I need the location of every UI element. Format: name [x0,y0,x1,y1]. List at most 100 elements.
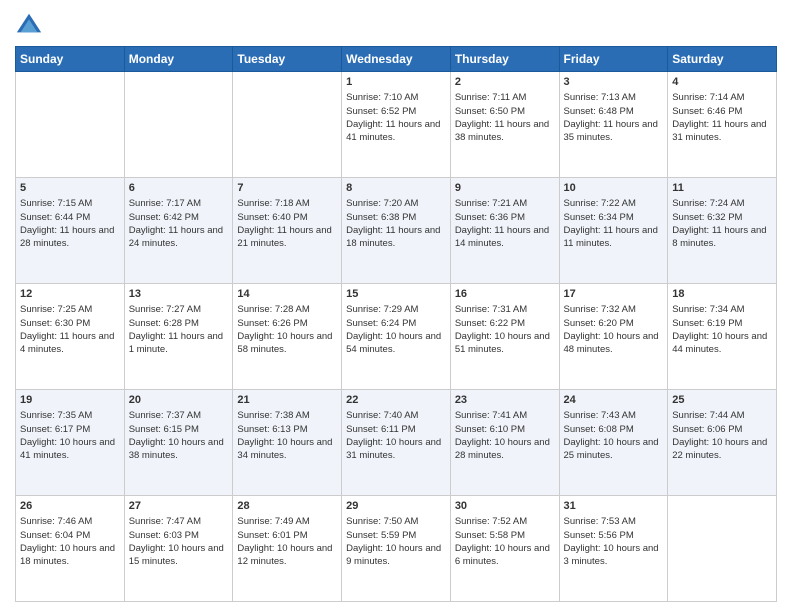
day-info: Sunrise: 7:14 AM [672,91,772,104]
day-info: Daylight: 10 hours and 25 minutes. [564,436,664,463]
day-info: Daylight: 10 hours and 28 minutes. [455,436,555,463]
day-cell: 7Sunrise: 7:18 AMSunset: 6:40 PMDaylight… [233,178,342,284]
day-cell: 15Sunrise: 7:29 AMSunset: 6:24 PMDayligh… [342,284,451,390]
calendar-table: SundayMondayTuesdayWednesdayThursdayFrid… [15,46,777,602]
day-info: Daylight: 10 hours and 58 minutes. [237,330,337,357]
day-info: Sunset: 6:15 PM [129,423,229,436]
day-info: Daylight: 10 hours and 48 minutes. [564,330,664,357]
day-info: Daylight: 10 hours and 12 minutes. [237,542,337,569]
day-info: Sunset: 6:24 PM [346,317,446,330]
day-info: Sunset: 6:06 PM [672,423,772,436]
header-row: SundayMondayTuesdayWednesdayThursdayFrid… [16,47,777,72]
day-info: Sunrise: 7:34 AM [672,303,772,316]
day-cell [16,72,125,178]
day-cell: 6Sunrise: 7:17 AMSunset: 6:42 PMDaylight… [124,178,233,284]
day-cell: 16Sunrise: 7:31 AMSunset: 6:22 PMDayligh… [450,284,559,390]
day-info: Sunset: 6:22 PM [455,317,555,330]
day-number: 17 [564,287,664,302]
day-cell: 28Sunrise: 7:49 AMSunset: 6:01 PMDayligh… [233,496,342,602]
day-cell: 20Sunrise: 7:37 AMSunset: 6:15 PMDayligh… [124,390,233,496]
day-info: Sunset: 6:48 PM [564,105,664,118]
day-info: Sunrise: 7:21 AM [455,197,555,210]
day-info: Sunset: 5:58 PM [455,529,555,542]
day-info: Sunset: 6:28 PM [129,317,229,330]
day-info: Daylight: 10 hours and 34 minutes. [237,436,337,463]
day-info: Daylight: 10 hours and 38 minutes. [129,436,229,463]
day-info: Sunset: 6:44 PM [20,211,120,224]
day-number: 16 [455,287,555,302]
day-info: Sunrise: 7:18 AM [237,197,337,210]
day-cell [233,72,342,178]
day-cell: 13Sunrise: 7:27 AMSunset: 6:28 PMDayligh… [124,284,233,390]
day-cell [668,496,777,602]
day-info: Sunrise: 7:25 AM [20,303,120,316]
day-cell: 18Sunrise: 7:34 AMSunset: 6:19 PMDayligh… [668,284,777,390]
day-info: Sunrise: 7:43 AM [564,409,664,422]
day-number: 26 [20,499,120,514]
day-info: Sunrise: 7:11 AM [455,91,555,104]
day-info: Sunset: 6:08 PM [564,423,664,436]
day-number: 21 [237,393,337,408]
day-number: 14 [237,287,337,302]
day-info: Daylight: 11 hours and 11 minutes. [564,224,664,251]
day-info: Daylight: 10 hours and 54 minutes. [346,330,446,357]
day-info: Daylight: 11 hours and 21 minutes. [237,224,337,251]
day-cell: 10Sunrise: 7:22 AMSunset: 6:34 PMDayligh… [559,178,668,284]
day-info: Sunset: 6:10 PM [455,423,555,436]
logo-icon [15,10,43,38]
col-header-friday: Friday [559,47,668,72]
day-info: Sunrise: 7:44 AM [672,409,772,422]
day-info: Sunrise: 7:46 AM [20,515,120,528]
week-row-4: 19Sunrise: 7:35 AMSunset: 6:17 PMDayligh… [16,390,777,496]
day-cell: 4Sunrise: 7:14 AMSunset: 6:46 PMDaylight… [668,72,777,178]
day-info: Daylight: 10 hours and 44 minutes. [672,330,772,357]
col-header-thursday: Thursday [450,47,559,72]
day-cell: 27Sunrise: 7:47 AMSunset: 6:03 PMDayligh… [124,496,233,602]
day-info: Daylight: 11 hours and 4 minutes. [20,330,120,357]
day-info: Daylight: 10 hours and 51 minutes. [455,330,555,357]
day-info: Sunset: 6:03 PM [129,529,229,542]
day-number: 25 [672,393,772,408]
day-info: Sunrise: 7:40 AM [346,409,446,422]
day-info: Daylight: 11 hours and 24 minutes. [129,224,229,251]
day-info: Sunset: 6:04 PM [20,529,120,542]
day-number: 20 [129,393,229,408]
day-info: Sunset: 5:59 PM [346,529,446,542]
day-cell: 22Sunrise: 7:40 AMSunset: 6:11 PMDayligh… [342,390,451,496]
day-info: Daylight: 10 hours and 31 minutes. [346,436,446,463]
day-info: Sunrise: 7:28 AM [237,303,337,316]
day-info: Sunrise: 7:13 AM [564,91,664,104]
day-info: Sunrise: 7:29 AM [346,303,446,316]
day-number: 8 [346,181,446,196]
day-info: Sunrise: 7:52 AM [455,515,555,528]
day-info: Daylight: 10 hours and 9 minutes. [346,542,446,569]
day-info: Daylight: 10 hours and 6 minutes. [455,542,555,569]
day-info: Sunrise: 7:53 AM [564,515,664,528]
day-info: Sunset: 6:19 PM [672,317,772,330]
day-number: 28 [237,499,337,514]
day-cell: 19Sunrise: 7:35 AMSunset: 6:17 PMDayligh… [16,390,125,496]
day-number: 30 [455,499,555,514]
day-cell: 29Sunrise: 7:50 AMSunset: 5:59 PMDayligh… [342,496,451,602]
day-info: Sunset: 6:17 PM [20,423,120,436]
col-header-monday: Monday [124,47,233,72]
day-number: 5 [20,181,120,196]
day-number: 18 [672,287,772,302]
day-cell: 17Sunrise: 7:32 AMSunset: 6:20 PMDayligh… [559,284,668,390]
day-info: Sunset: 6:40 PM [237,211,337,224]
day-number: 11 [672,181,772,196]
day-info: Sunrise: 7:38 AM [237,409,337,422]
day-info: Sunrise: 7:32 AM [564,303,664,316]
day-cell: 30Sunrise: 7:52 AMSunset: 5:58 PMDayligh… [450,496,559,602]
day-info: Sunset: 6:20 PM [564,317,664,330]
day-info: Sunset: 6:32 PM [672,211,772,224]
day-number: 22 [346,393,446,408]
day-info: Daylight: 10 hours and 3 minutes. [564,542,664,569]
day-number: 15 [346,287,446,302]
day-number: 9 [455,181,555,196]
day-cell: 12Sunrise: 7:25 AMSunset: 6:30 PMDayligh… [16,284,125,390]
day-info: Daylight: 11 hours and 41 minutes. [346,118,446,145]
day-info: Daylight: 10 hours and 15 minutes. [129,542,229,569]
day-cell: 25Sunrise: 7:44 AMSunset: 6:06 PMDayligh… [668,390,777,496]
day-info: Sunrise: 7:24 AM [672,197,772,210]
